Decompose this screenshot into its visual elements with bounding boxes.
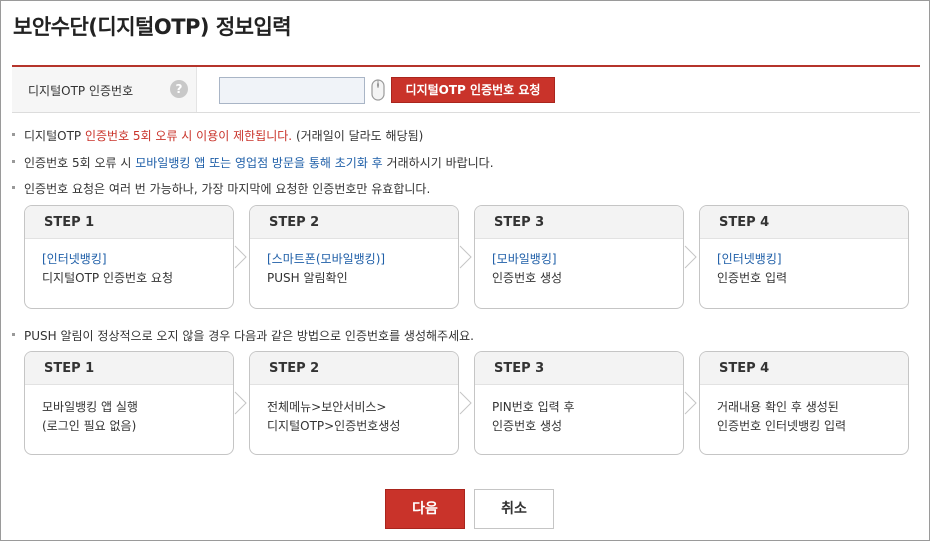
step-line-2: 인증번호 생성 (492, 271, 563, 285)
dialog-frame: 보안수단(디지털OTP) 정보입력 디지털OTP 인증번호 ? 디지털OTP 인… (0, 0, 930, 541)
step-card: STEP 3 PIN번호 입력 후인증번호 생성 (474, 351, 684, 455)
otp-input[interactable] (219, 77, 365, 104)
step-card: STEP 4 거래내용 확인 후 생성된인증번호 인터넷뱅킹 입력 (699, 351, 909, 455)
step-title: STEP 3 (475, 206, 683, 239)
step-line-1: 모바일뱅킹 앱 실행 (42, 400, 138, 414)
otp-steps: STEP 1 [인터넷뱅킹] 디지털OTP 인증번호 요청 STEP 2 [스마트… (24, 205, 910, 309)
otp-form-row: 디지털OTP 인증번호 ? 디지털OTP 인증번호 요청 (12, 67, 920, 113)
otp-label: 디지털OTP 인증번호 (28, 84, 134, 98)
notice-1: 디지털OTP 인증번호 5회 오류 시 이용이 제한됩니다. (거래일이 달라도… (12, 127, 423, 144)
step-line-2: 인증번호 입력 (717, 271, 788, 285)
bullet-icon (12, 186, 15, 189)
request-otp-button[interactable]: 디지털OTP 인증번호 요청 (391, 77, 555, 103)
step-card: STEP 1 모바일뱅킹 앱 실행 (로그인 필요 없음) (24, 351, 234, 455)
step-line-1: 거래내용 확인 후 생성된 (717, 400, 839, 414)
step-line-2: (로그인 필요 없음) (42, 419, 137, 433)
step-line-2: 디지털OTP 인증번호 요청 (42, 271, 174, 285)
step-card: STEP 1 [인터넷뱅킹] 디지털OTP 인증번호 요청 (24, 205, 234, 309)
notice-3-a: 인증번호 요청은 여러 번 가능하나, 가장 마지막에 요청한 인증번호만 유효… (24, 182, 431, 196)
push-steps: STEP 1 모바일뱅킹 앱 실행 (로그인 필요 없음) STEP 2 전체메뉴… (24, 351, 910, 455)
mouse-icon (371, 79, 385, 101)
cancel-button[interactable]: 취소 (474, 489, 554, 529)
page-title: 보안수단(디지털OTP) 정보입력 (13, 15, 292, 39)
step-card: STEP 2 [스마트폰(모바일뱅킹)] PUSH 알림확인 (249, 205, 459, 309)
chevron-right-icon (684, 245, 697, 269)
step-title: STEP 3 (475, 352, 683, 385)
chevron-right-icon (684, 391, 697, 415)
notice-3: 인증번호 요청은 여러 번 가능하나, 가장 마지막에 요청한 인증번호만 유효… (12, 180, 430, 197)
chevron-right-icon (234, 245, 247, 269)
chevron-right-icon (234, 391, 247, 415)
chevron-right-icon (459, 245, 472, 269)
push-notice: PUSH 알림이 정상적으로 오지 않을 경우 다음과 같은 방법으로 인증번호… (12, 327, 474, 344)
step-card: STEP 2 전체메뉴>보안서비스> 디지털OTP>인증번호생성 (249, 351, 459, 455)
bullet-icon (12, 160, 15, 163)
step-line-1: [인터넷뱅킹] (717, 252, 782, 266)
notice-2: 인증번호 5회 오류 시 모바일뱅킹 앱 또는 영업점 방문을 통해 초기화 후… (12, 154, 494, 171)
step-line-2: 인증번호 생성 (492, 419, 563, 433)
notice-1-c: (거래일이 달라도 해당됨) (292, 129, 424, 143)
notice-2-a: 인증번호 5회 오류 시 (24, 156, 136, 170)
step-line-2: 인증번호 인터넷뱅킹 입력 (717, 419, 847, 433)
next-button[interactable]: 다음 (385, 489, 465, 529)
step-title: STEP 1 (25, 352, 233, 385)
step-title: STEP 4 (700, 206, 908, 239)
question-circle-icon[interactable]: ? (170, 80, 188, 98)
step-title: STEP 1 (25, 206, 233, 239)
step-card: STEP 4 [인터넷뱅킹] 인증번호 입력 (699, 205, 909, 309)
notice-2-b: 모바일뱅킹 앱 또는 영업점 방문을 통해 초기화 후 (135, 156, 383, 170)
notice-1-b: 인증번호 5회 오류 시 이용이 제한됩니다. (84, 129, 293, 143)
step-title: STEP 2 (250, 352, 458, 385)
notice-1-a: 디지털OTP (24, 129, 85, 143)
push-notice-text: PUSH 알림이 정상적으로 오지 않을 경우 다음과 같은 방법으로 인증번호… (24, 329, 474, 343)
bullet-icon (12, 333, 15, 336)
step-line-1: [모바일뱅킹] (492, 252, 557, 266)
step-line-2: PUSH 알림확인 (267, 271, 348, 285)
step-line-1: 전체메뉴>보안서비스> (267, 400, 387, 414)
notice-2-c: 거래하시기 바랍니다. (382, 156, 494, 170)
step-line-1: PIN번호 입력 후 (492, 400, 575, 414)
bullet-icon (12, 133, 15, 136)
step-line-1: [인터넷뱅킹] (42, 252, 107, 266)
step-line-2: 디지털OTP>인증번호생성 (267, 419, 401, 433)
step-title: STEP 4 (700, 352, 908, 385)
step-title: STEP 2 (250, 206, 458, 239)
step-line-1: [스마트폰(모바일뱅킹)] (267, 252, 386, 266)
otp-label-cell: 디지털OTP 인증번호 ? (12, 67, 197, 112)
chevron-right-icon (459, 391, 472, 415)
step-card: STEP 3 [모바일뱅킹] 인증번호 생성 (474, 205, 684, 309)
